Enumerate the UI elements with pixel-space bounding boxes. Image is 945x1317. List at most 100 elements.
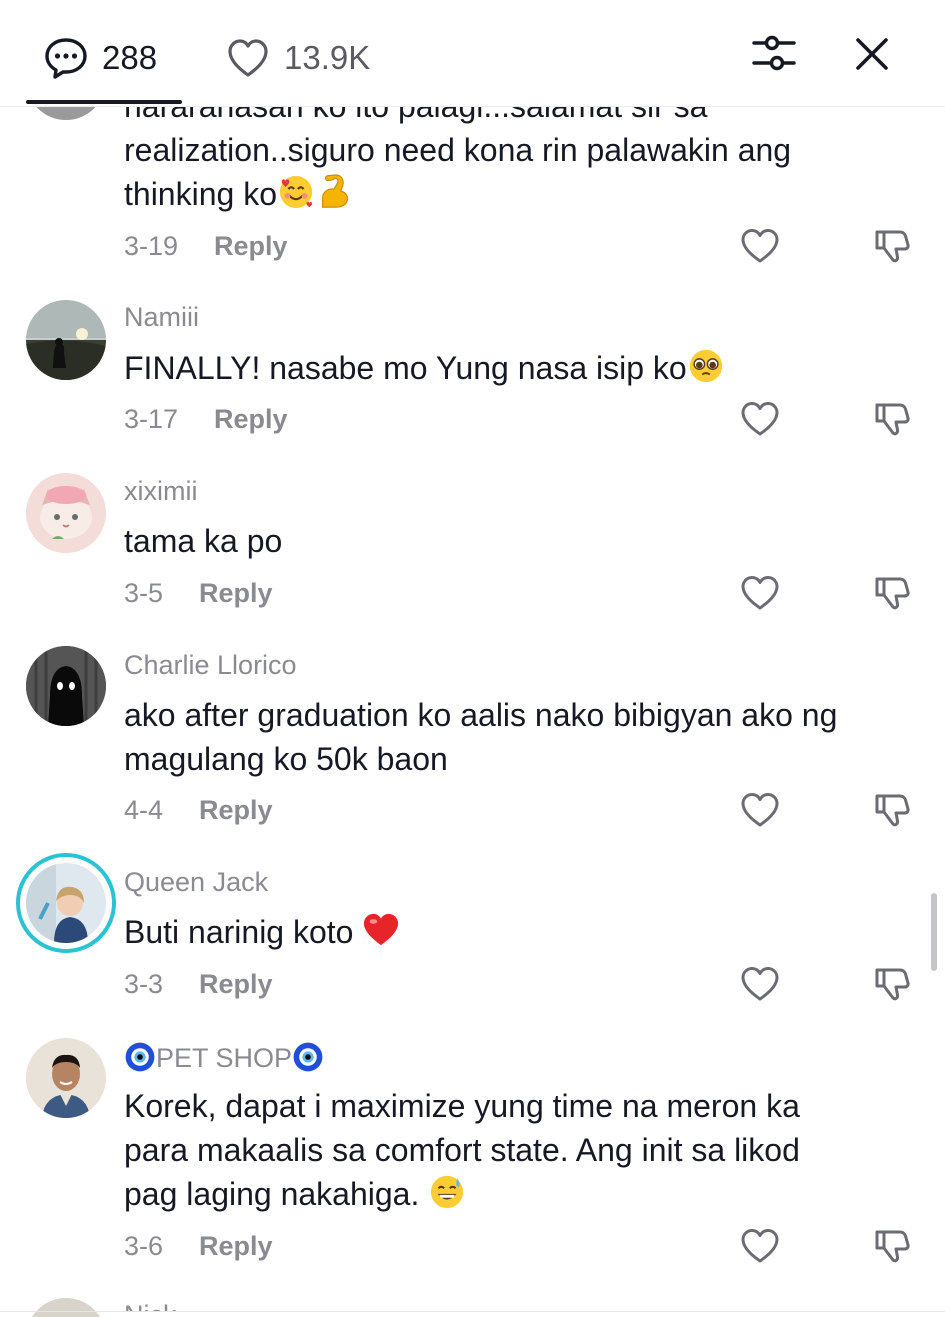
comment-text-fragment: thinking ko	[124, 176, 277, 212]
avatar-image	[26, 473, 106, 553]
active-tab-indicator	[26, 100, 182, 104]
comment-meta: 3-3 Reply	[124, 964, 273, 1004]
dislike-comment-button[interactable]	[872, 1226, 912, 1266]
comment-date: 3-3	[124, 968, 164, 999]
comment-text: Buti narinig koto	[124, 910, 914, 954]
reply-button[interactable]: Reply	[199, 969, 273, 1000]
reply-button[interactable]: Reply	[199, 795, 273, 826]
comments-header: 288 13.9K	[0, 0, 945, 107]
comment-username[interactable]: Nick	[124, 1300, 177, 1311]
nazar-amulet-emoji	[293, 1042, 323, 1072]
grinning-face-with-sweat-emoji	[431, 1175, 464, 1209]
avatar-with-story-ring[interactable]	[16, 853, 116, 953]
comment-text-line: thinking ko	[124, 172, 914, 216]
comment-username[interactable]: Charlie Llorico	[124, 650, 297, 681]
dislike-comment-button[interactable]	[872, 226, 912, 266]
like-comment-button[interactable]	[740, 964, 780, 1004]
avatar-image	[26, 1038, 106, 1118]
dislike-comment-button[interactable]	[872, 790, 912, 830]
pleading-face-emoji	[689, 349, 722, 383]
comment-text: FINALLY! nasabe mo Yung nasa isip ko	[124, 346, 914, 390]
comment-text: Korek, dapat i maximize yung time na mer…	[124, 1084, 914, 1216]
avatar[interactable]	[26, 646, 106, 726]
avatar-image	[26, 646, 106, 726]
like-comment-button[interactable]	[740, 573, 780, 613]
comment-date: 4-4	[124, 794, 164, 825]
comment-count: 288	[102, 39, 158, 76]
comment-text-fragment: tama ka po	[124, 523, 283, 559]
filter-sliders-icon	[752, 35, 796, 71]
thumbs-down-icon	[875, 968, 910, 1001]
like-count: 13.9K	[284, 39, 371, 76]
comment-meta: 3-19 Reply	[124, 226, 288, 266]
comment-text-line: Korek, dapat i maximize yung time na mer…	[124, 1088, 800, 1124]
comment-date: 3-19	[124, 230, 179, 261]
dislike-comment-button[interactable]	[872, 964, 912, 1004]
like-comment-button[interactable]	[740, 790, 780, 830]
comment-username[interactable]: xiximii	[124, 476, 198, 507]
comment-meta: 3-17 Reply	[124, 399, 288, 439]
comment-username[interactable]: Namiii	[124, 302, 199, 333]
dislike-comment-button[interactable]	[872, 399, 912, 439]
tab-comments[interactable]: 288	[44, 34, 157, 82]
comment-username-text: PET SHOP	[156, 1043, 293, 1073]
heart-outline-icon	[741, 229, 779, 263]
nazar-amulet-emoji	[125, 1042, 155, 1072]
thumbs-down-icon	[875, 1230, 910, 1263]
comment-meta: 3-5 Reply	[124, 573, 273, 613]
heart-outline-icon	[741, 576, 779, 610]
comment-date: 3-6	[124, 1230, 164, 1261]
filter-button[interactable]	[750, 32, 798, 76]
thumbs-down-icon	[875, 403, 910, 436]
divider	[0, 1311, 945, 1312]
avatar[interactable]	[26, 473, 106, 553]
avatar[interactable]	[26, 1298, 106, 1317]
comment-text-line: pag laging nakahiga.	[124, 1172, 914, 1216]
reply-button[interactable]: Reply	[214, 404, 288, 435]
avatar[interactable]	[26, 106, 106, 120]
comment-text-line: ako after graduation ko aalis nako bibig…	[124, 697, 838, 733]
thumbs-down-icon	[875, 794, 910, 827]
comment-username[interactable]: Queen Jack	[124, 867, 268, 898]
comment-date: 3-5	[124, 577, 164, 608]
avatar[interactable]	[26, 300, 106, 380]
avatar-image	[26, 863, 106, 943]
heart-outline-icon	[741, 1229, 779, 1263]
comment-meta: 3-6 Reply	[124, 1226, 273, 1266]
thumbs-down-icon	[875, 577, 910, 610]
comment-username[interactable]: PET SHOP	[124, 1041, 324, 1074]
reply-button[interactable]: Reply	[199, 1231, 273, 1262]
close-icon	[856, 38, 888, 70]
dislike-comment-button[interactable]	[872, 573, 912, 613]
comment-text-fragment: pag laging nakahiga.	[124, 1176, 420, 1212]
comment-list[interactable]: nararanasan ko ito palagi...salamat sir …	[0, 106, 945, 1317]
heart-outline-icon	[741, 967, 779, 1001]
heart-outline-icon	[741, 793, 779, 827]
comment-text-line: nararanasan ko ito palagi...salamat sir …	[124, 106, 708, 124]
comment-text: ako after graduation ko aalis nako bibig…	[124, 693, 914, 781]
reply-button[interactable]: Reply	[214, 231, 288, 262]
like-comment-button[interactable]	[740, 226, 780, 266]
comment-date: 3-17	[124, 403, 179, 434]
avatar-image	[26, 300, 106, 380]
tab-likes[interactable]: 13.9K	[226, 34, 370, 82]
avatar[interactable]	[26, 1038, 106, 1118]
like-comment-button[interactable]	[740, 1226, 780, 1266]
smiling-face-with-hearts-emoji	[279, 175, 313, 209]
comments-sheet: 288 13.9K nararanasan ko ito palagi...sa…	[0, 0, 945, 1317]
comment-text-line: realization..siguro need kona rin palawa…	[124, 132, 792, 168]
comment-text: nararanasan ko ito palagi...salamat sir …	[124, 106, 914, 216]
comment-text-line: para makaalis sa comfort state. Ang init…	[124, 1132, 800, 1168]
thumbs-down-icon	[875, 230, 910, 263]
comment-text-line: magulang ko 50k baon	[124, 741, 448, 777]
scrollbar[interactable]	[931, 893, 937, 971]
comment-bubble-icon	[45, 38, 87, 79]
close-button[interactable]	[850, 32, 894, 76]
heart-outline-icon	[741, 402, 779, 436]
like-comment-button[interactable]	[740, 399, 780, 439]
comment-meta: 4-4 Reply	[124, 790, 273, 830]
comment-text: tama ka po	[124, 519, 914, 563]
reply-button[interactable]: Reply	[199, 578, 273, 609]
red-heart-emoji	[364, 913, 399, 946]
heart-outline-icon	[228, 39, 268, 77]
